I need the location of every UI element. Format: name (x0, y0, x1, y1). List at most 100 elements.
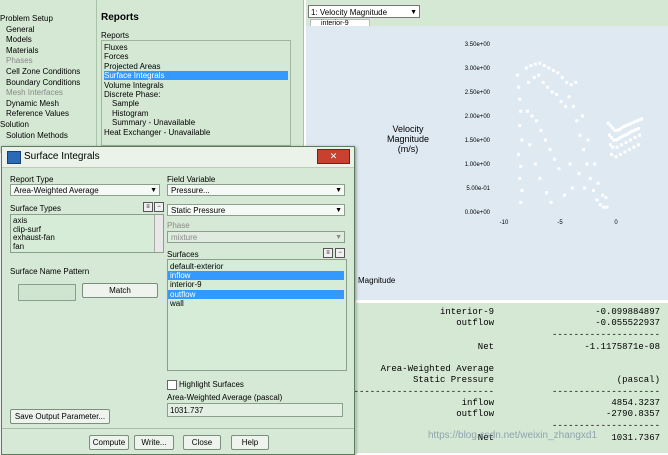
surface-item[interactable]: default-exterior (170, 262, 223, 271)
reports-list-item[interactable]: Volume Integrals (104, 81, 164, 90)
surface-types-scrollbar[interactable] (154, 215, 163, 252)
scatter-point (545, 191, 549, 195)
result-label: Area-Weighted Average (pascal) (167, 393, 283, 402)
surface-type-item[interactable]: fan (13, 242, 24, 251)
surface-types-label: Surface Types (10, 204, 61, 213)
reports-list-item[interactable]: Forces (104, 52, 128, 61)
graphics-window-select[interactable]: 1: Velocity Magnitude ▼ (308, 5, 420, 18)
reports-list-item[interactable]: Heat Exchanger - Unavailable (104, 128, 210, 137)
compute-button[interactable]: Compute (89, 435, 129, 450)
reports-list-item[interactable]: Sample (112, 99, 139, 108)
scatter-point (568, 162, 572, 166)
scatter-point (620, 143, 624, 147)
surface-integrals-dialog: Surface Integrals ✕ Report Type Area-Wei… (1, 146, 355, 455)
scatter-point (557, 167, 561, 171)
nav-item[interactable]: Reference Values (6, 109, 69, 118)
nav-item[interactable]: Dynamic Mesh (6, 99, 59, 108)
scatter-point (629, 138, 633, 142)
surface-item[interactable]: inflow (168, 271, 344, 281)
reports-list-item[interactable]: Histogram (112, 109, 148, 118)
scatter-point (610, 152, 614, 156)
console-label: interior-9 (439, 307, 494, 317)
match-button[interactable]: Match (82, 283, 158, 298)
phase-value: mixture (171, 233, 198, 242)
phase-select: mixture ▼ (167, 231, 345, 243)
nav-item[interactable]: Models (6, 35, 32, 44)
surface-item[interactable]: interior-9 (170, 280, 202, 289)
dialog-divider (2, 428, 354, 429)
scatter-point (604, 196, 608, 200)
scatter-point (550, 90, 554, 94)
report-type-select[interactable]: Area-Weighted Average ▼ (10, 184, 160, 196)
scatter-point (541, 80, 545, 84)
reports-list-item[interactable]: Summary - Unavailable (112, 118, 195, 127)
reports-list-item[interactable]: Fluxes (104, 43, 128, 52)
dialog-title: Surface Integrals (24, 151, 100, 162)
nav-item[interactable]: Solution (0, 120, 29, 129)
reports-list-item[interactable]: Surface Integrals (104, 71, 288, 81)
surfaces-list[interactable]: default-exterior inflow interior-9 outflow w… (167, 259, 347, 371)
select-all-icon[interactable]: ≡ (143, 202, 153, 212)
select-all-icon[interactable]: ≡ (323, 248, 333, 258)
navigation-tree: Problem Setup General Models Materials Phase… (0, 0, 97, 153)
reports-list-item[interactable]: Projected Areas (104, 62, 160, 71)
surface-item[interactable]: wall (170, 299, 184, 308)
console-label: Net (477, 342, 494, 352)
console-value: -------------------- (551, 330, 660, 340)
surface-item[interactable]: outflow (168, 289, 344, 299)
chevron-down-icon: ▼ (335, 234, 342, 241)
help-button[interactable]: Help (231, 435, 269, 450)
report-type-label: Report Type (10, 175, 54, 184)
write-button[interactable]: Write... (134, 435, 174, 450)
dialog-close-button[interactable]: ✕ (317, 149, 350, 164)
surface-types-list[interactable]: axis clip-surf exhaust-fan fan (10, 214, 164, 253)
scatter-point (520, 188, 524, 192)
field-variable-select[interactable]: Pressure... ▼ (167, 184, 345, 196)
reports-list-item[interactable]: Discrete Phase: (104, 90, 160, 99)
nav-item[interactable]: Solution Methods (6, 131, 68, 140)
scatter-point (564, 104, 568, 108)
field-variable-sub-select[interactable]: Static Pressure ▼ (167, 204, 345, 216)
velocity-plot: VelocityMagnitude(m/s) 3.50e+00 3.00e+00 2… (387, 42, 644, 226)
x-tick-label: 0 (614, 220, 618, 226)
save-output-parameter-button[interactable]: Save Output Parameter... (10, 409, 110, 424)
scatter-point (527, 80, 531, 84)
console-value: -2790.8357 (605, 409, 660, 419)
graphics-canvas[interactable]: Velocity Magnitude (m/s) 3.50e+00 3.00e+00 2… (306, 26, 668, 300)
scatter-point (519, 109, 523, 113)
scatter-point (556, 71, 560, 75)
console-label: outflow (456, 318, 494, 328)
nav-item[interactable]: Boundary Conditions (6, 78, 80, 87)
deselect-all-icon[interactable]: − (335, 248, 345, 258)
console-value: -------------------- (551, 387, 660, 397)
scatter-point (538, 61, 542, 65)
scatter-point (614, 155, 618, 159)
nav-item[interactable]: General (6, 25, 34, 34)
plot-y-axis-label: VelocityMagnitude(m/s) (387, 124, 429, 154)
scatter-point (532, 76, 536, 80)
surface-name-pattern-input[interactable] (18, 284, 76, 301)
scatter-point (582, 148, 586, 152)
console-label: outflow (456, 409, 494, 419)
close-icon: ✕ (329, 151, 338, 161)
deselect-all-icon[interactable]: − (154, 202, 164, 212)
scatter-point (618, 152, 622, 156)
nav-item: Mesh Interfaces (6, 88, 63, 98)
scatter-point (520, 138, 524, 142)
highlight-surfaces-checkbox[interactable] (167, 380, 177, 390)
close-button[interactable]: Close (183, 435, 221, 450)
scatter-point (543, 138, 547, 142)
scatter-point (615, 145, 619, 149)
y-tick-label: 2.00e+00 (465, 114, 491, 120)
nav-item[interactable]: Problem Setup (0, 14, 53, 23)
scatter-point (640, 117, 644, 121)
scatter-point (528, 143, 532, 147)
dialog-title-bar[interactable]: Surface Integrals ✕ (2, 147, 354, 168)
scatter-point (539, 128, 543, 132)
graphics-window-select-value: 1: Velocity Magnitude (311, 8, 388, 17)
scatter-point (519, 200, 523, 204)
console-value: 4854.3237 (611, 398, 660, 408)
nav-item[interactable]: Cell Zone Conditions (6, 67, 80, 76)
nav-item[interactable]: Materials (6, 46, 38, 55)
scatter-point (559, 100, 563, 104)
